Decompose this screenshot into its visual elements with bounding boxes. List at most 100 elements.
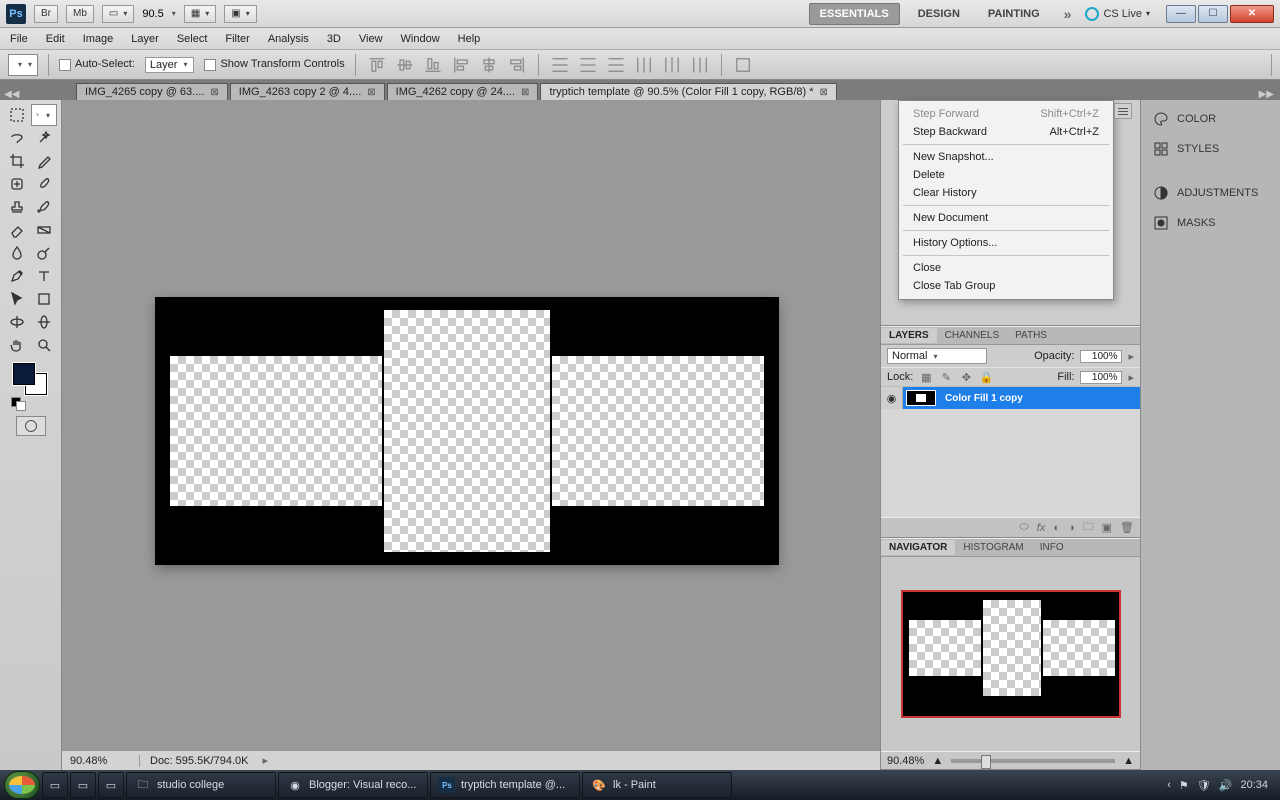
- eraser-tool[interactable]: [4, 219, 30, 241]
- menu-view[interactable]: View: [359, 33, 383, 45]
- more-workspaces-icon[interactable]: »: [1058, 6, 1078, 22]
- tab-navigator[interactable]: NAVIGATOR: [881, 540, 955, 555]
- tab-channels[interactable]: CHANNELS: [937, 328, 1007, 343]
- gradient-tool[interactable]: [31, 219, 57, 241]
- menu-step-forward[interactable]: Step ForwardShift+Ctrl+Z: [899, 105, 1113, 123]
- window-close-button[interactable]: ✕: [1230, 5, 1274, 23]
- status-doc-size[interactable]: Doc: 595.5K/794.0K: [150, 755, 248, 767]
- start-button[interactable]: [4, 771, 40, 799]
- zoom-level-value[interactable]: 90.5: [142, 8, 163, 20]
- dist-bottom-icon[interactable]: [605, 54, 627, 76]
- menu-close[interactable]: Close: [899, 259, 1113, 277]
- path-select-tool[interactable]: [4, 288, 30, 310]
- close-tab-icon[interactable]: ⊠: [820, 87, 828, 98]
- status-menu-icon[interactable]: ▸: [262, 754, 268, 767]
- 3d-rotate-tool[interactable]: [4, 311, 30, 333]
- menu-help[interactable]: Help: [458, 33, 481, 45]
- collapse-left-icon[interactable]: ◀◀: [4, 89, 19, 100]
- dodge-tool[interactable]: [31, 242, 57, 264]
- menu-3d[interactable]: 3D: [327, 33, 341, 45]
- active-tool-indicator[interactable]: ▾: [8, 54, 38, 76]
- group-icon[interactable]: 🗀: [1083, 518, 1094, 537]
- menu-file[interactable]: File: [10, 33, 28, 45]
- fx-icon[interactable]: fx: [1037, 522, 1046, 534]
- bridge-button[interactable]: Br: [34, 5, 58, 23]
- system-tray[interactable]: ‹ ⚑ 🛡 🔊 20:34: [1167, 779, 1276, 792]
- collapse-right-icon[interactable]: ▶▶: [1259, 89, 1274, 100]
- align-left-icon[interactable]: [450, 54, 472, 76]
- tray-icon[interactable]: 🔊: [1219, 779, 1233, 792]
- align-right-icon[interactable]: [506, 54, 528, 76]
- layer-mask-icon[interactable]: ◐: [1053, 522, 1060, 534]
- heal-tool[interactable]: [4, 173, 30, 195]
- artboard[interactable]: [156, 298, 778, 564]
- menu-select[interactable]: Select: [177, 33, 208, 45]
- strip-masks[interactable]: MASKS: [1147, 210, 1274, 236]
- close-tab-icon[interactable]: ⊠: [367, 87, 375, 98]
- strip-styles[interactable]: STYLES: [1147, 136, 1274, 162]
- window-minimize-button[interactable]: —: [1166, 5, 1196, 23]
- menu-delete[interactable]: Delete: [899, 166, 1113, 184]
- blur-tool[interactable]: [4, 242, 30, 264]
- menu-clear-history[interactable]: Clear History: [899, 184, 1113, 202]
- lasso-tool[interactable]: [4, 127, 30, 149]
- workspace-design[interactable]: DESIGN: [908, 4, 970, 24]
- menu-new-snapshot[interactable]: New Snapshot...: [899, 148, 1113, 166]
- menu-image[interactable]: Image: [83, 33, 114, 45]
- move-tool[interactable]: [31, 104, 57, 126]
- strip-color[interactable]: COLOR: [1147, 106, 1274, 132]
- tray-icon[interactable]: 🛡: [1197, 779, 1211, 792]
- tray-icon[interactable]: ⚑: [1179, 779, 1189, 792]
- lock-transparency-icon[interactable]: ▦: [919, 370, 933, 384]
- doc-tab[interactable]: IMG_4265 copy @ 63....⊠: [76, 83, 228, 100]
- align-bottom-icon[interactable]: [422, 54, 444, 76]
- lock-all-icon[interactable]: 🔒: [979, 370, 993, 384]
- screen-mode-picker[interactable]: ▭: [102, 5, 134, 23]
- extras-picker[interactable]: ▣: [224, 5, 256, 23]
- layer-thumbnail[interactable]: [906, 390, 936, 406]
- doc-tab[interactable]: IMG_4263 copy 2 @ 4....⊠: [230, 83, 385, 100]
- navigator-proxy[interactable]: [901, 590, 1121, 718]
- delete-layer-icon[interactable]: 🗑: [1120, 521, 1134, 534]
- quicklaunch-item[interactable]: ▭: [98, 772, 124, 798]
- window-maximize-button[interactable]: ☐: [1198, 5, 1228, 23]
- visibility-eye-icon[interactable]: ◉: [881, 387, 903, 409]
- panel-menu-icon[interactable]: [1114, 103, 1132, 119]
- quicklaunch-item[interactable]: ▭: [70, 772, 96, 798]
- cslive-button[interactable]: CS Live▾: [1085, 7, 1150, 21]
- doc-tab-active[interactable]: tryptich template @ 90.5% (Color Fill 1 …: [540, 83, 836, 100]
- pen-tool[interactable]: [4, 265, 30, 287]
- color-swatches[interactable]: [11, 363, 51, 399]
- dist-top-icon[interactable]: [549, 54, 571, 76]
- canvas-stage[interactable]: [62, 100, 880, 750]
- dist-vcenter-icon[interactable]: [577, 54, 599, 76]
- 3d-camera-tool[interactable]: [31, 311, 57, 333]
- new-layer-icon[interactable]: ▣: [1102, 521, 1112, 534]
- align-vcenter-icon[interactable]: [394, 54, 416, 76]
- menu-window[interactable]: Window: [401, 33, 440, 45]
- align-top-icon[interactable]: [366, 54, 388, 76]
- taskbar-item[interactable]: 🗀studio college: [126, 772, 276, 798]
- brush-tool[interactable]: [31, 173, 57, 195]
- menu-new-document[interactable]: New Document: [899, 209, 1113, 227]
- crop-tool[interactable]: [4, 150, 30, 172]
- adjustment-layer-icon[interactable]: ◑: [1068, 522, 1075, 534]
- magic-wand-tool[interactable]: [31, 127, 57, 149]
- blend-mode-select[interactable]: Normal: [887, 348, 987, 364]
- tab-paths[interactable]: PATHS: [1007, 328, 1055, 343]
- history-brush-tool[interactable]: [31, 196, 57, 218]
- show-transform-checkbox[interactable]: Show Transform Controls: [204, 58, 344, 70]
- link-layers-icon[interactable]: ⬭: [1019, 521, 1028, 534]
- close-tab-icon[interactable]: ⊠: [210, 87, 218, 98]
- navigator-zoom-value[interactable]: 90.48%: [887, 755, 924, 767]
- auto-select-target[interactable]: Layer: [145, 57, 195, 73]
- taskbar-item[interactable]: Pstryptich template @...: [430, 772, 580, 798]
- menu-step-backward[interactable]: Step BackwardAlt+Ctrl+Z: [899, 123, 1113, 141]
- auto-select-checkbox[interactable]: Auto-Select:: [59, 58, 135, 70]
- workspace-essentials[interactable]: ESSENTIALS: [809, 3, 900, 25]
- zoom-in-icon[interactable]: ▲: [1123, 755, 1134, 767]
- status-zoom[interactable]: 90.48%: [70, 755, 140, 767]
- strip-adjustments[interactable]: ADJUSTMENTS: [1147, 180, 1274, 206]
- shape-tool[interactable]: [31, 288, 57, 310]
- tab-histogram[interactable]: HISTOGRAM: [955, 540, 1031, 555]
